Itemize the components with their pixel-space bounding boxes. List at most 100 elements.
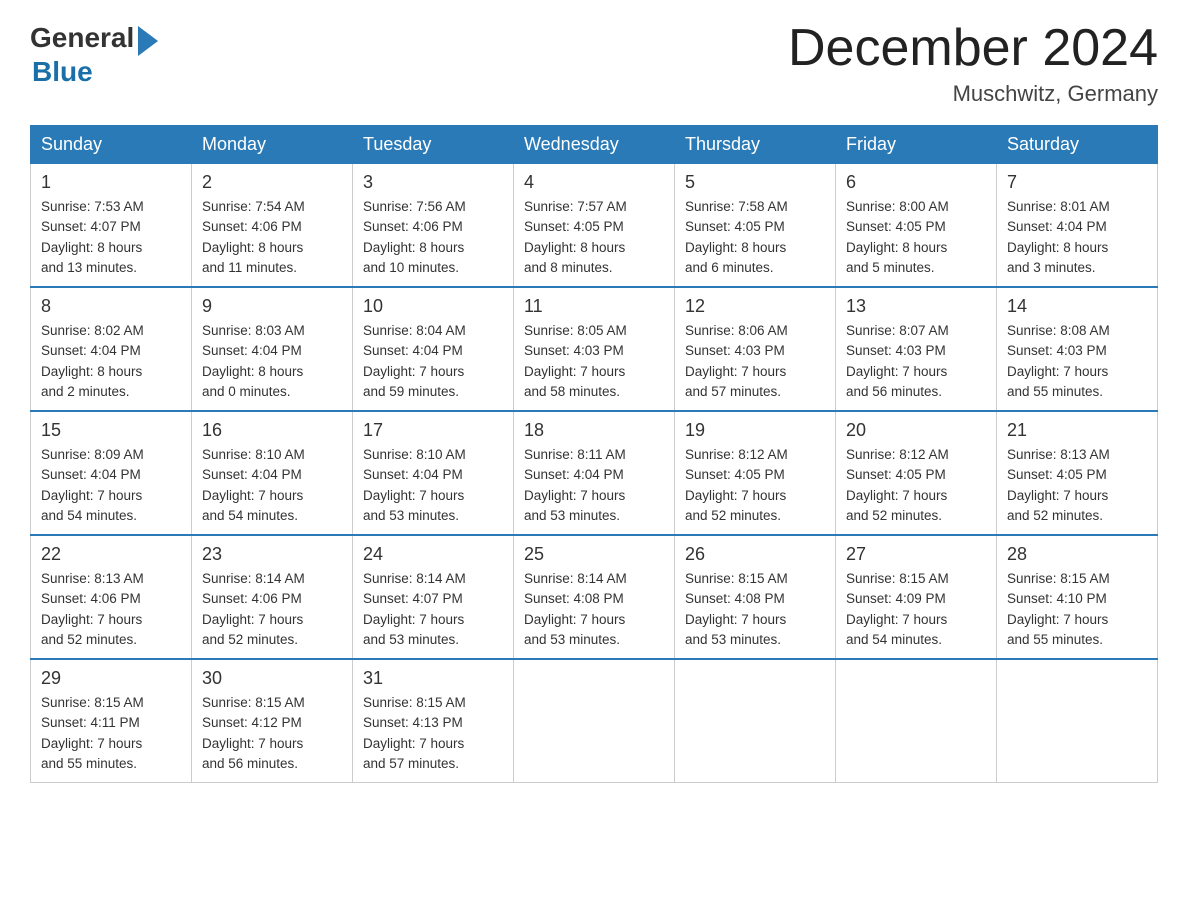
day-number: 28: [1007, 544, 1147, 565]
day-info: Sunrise: 8:10 AMSunset: 4:04 PMDaylight:…: [363, 447, 466, 523]
day-number: 5: [685, 172, 825, 193]
calendar-cell: 13 Sunrise: 8:07 AMSunset: 4:03 PMDaylig…: [836, 287, 997, 411]
day-info: Sunrise: 8:15 AMSunset: 4:13 PMDaylight:…: [363, 695, 466, 771]
calendar-cell: 15 Sunrise: 8:09 AMSunset: 4:04 PMDaylig…: [31, 411, 192, 535]
day-number: 14: [1007, 296, 1147, 317]
day-info: Sunrise: 8:14 AMSunset: 4:06 PMDaylight:…: [202, 571, 305, 647]
day-number: 13: [846, 296, 986, 317]
calendar-cell: 20 Sunrise: 8:12 AMSunset: 4:05 PMDaylig…: [836, 411, 997, 535]
day-info: Sunrise: 8:15 AMSunset: 4:11 PMDaylight:…: [41, 695, 144, 771]
day-info: Sunrise: 8:03 AMSunset: 4:04 PMDaylight:…: [202, 323, 305, 399]
day-number: 1: [41, 172, 181, 193]
day-info: Sunrise: 8:11 AMSunset: 4:04 PMDaylight:…: [524, 447, 626, 523]
day-info: Sunrise: 8:12 AMSunset: 4:05 PMDaylight:…: [685, 447, 788, 523]
day-number: 27: [846, 544, 986, 565]
title-block: December 2024 Muschwitz, Germany: [788, 20, 1158, 107]
day-info: Sunrise: 8:00 AMSunset: 4:05 PMDaylight:…: [846, 199, 949, 275]
day-info: Sunrise: 8:08 AMSunset: 4:03 PMDaylight:…: [1007, 323, 1110, 399]
calendar-cell: 8 Sunrise: 8:02 AMSunset: 4:04 PMDayligh…: [31, 287, 192, 411]
calendar-cell: 29 Sunrise: 8:15 AMSunset: 4:11 PMDaylig…: [31, 659, 192, 783]
col-header-sunday: Sunday: [31, 126, 192, 164]
day-number: 8: [41, 296, 181, 317]
day-info: Sunrise: 8:01 AMSunset: 4:04 PMDaylight:…: [1007, 199, 1110, 275]
day-number: 15: [41, 420, 181, 441]
day-number: 9: [202, 296, 342, 317]
calendar-cell: [675, 659, 836, 783]
day-number: 16: [202, 420, 342, 441]
day-info: Sunrise: 8:04 AMSunset: 4:04 PMDaylight:…: [363, 323, 466, 399]
calendar-cell: 17 Sunrise: 8:10 AMSunset: 4:04 PMDaylig…: [353, 411, 514, 535]
day-number: 12: [685, 296, 825, 317]
day-info: Sunrise: 8:14 AMSunset: 4:07 PMDaylight:…: [363, 571, 466, 647]
logo-blue-text: Blue: [32, 56, 158, 88]
day-info: Sunrise: 8:10 AMSunset: 4:04 PMDaylight:…: [202, 447, 305, 523]
day-number: 31: [363, 668, 503, 689]
calendar-cell: 1 Sunrise: 7:53 AMSunset: 4:07 PMDayligh…: [31, 164, 192, 288]
day-number: 4: [524, 172, 664, 193]
day-info: Sunrise: 8:15 AMSunset: 4:12 PMDaylight:…: [202, 695, 305, 771]
logo-arrow-icon: [138, 26, 158, 56]
day-info: Sunrise: 7:53 AMSunset: 4:07 PMDaylight:…: [41, 199, 144, 275]
day-info: Sunrise: 8:14 AMSunset: 4:08 PMDaylight:…: [524, 571, 627, 647]
page-header: General Blue December 2024 Muschwitz, Ge…: [30, 20, 1158, 107]
day-number: 7: [1007, 172, 1147, 193]
logo: General Blue: [30, 20, 158, 88]
day-number: 30: [202, 668, 342, 689]
day-info: Sunrise: 8:15 AMSunset: 4:09 PMDaylight:…: [846, 571, 949, 647]
calendar-cell: 25 Sunrise: 8:14 AMSunset: 4:08 PMDaylig…: [514, 535, 675, 659]
col-header-thursday: Thursday: [675, 126, 836, 164]
day-number: 25: [524, 544, 664, 565]
day-info: Sunrise: 8:09 AMSunset: 4:04 PMDaylight:…: [41, 447, 144, 523]
calendar-cell: 14 Sunrise: 8:08 AMSunset: 4:03 PMDaylig…: [997, 287, 1158, 411]
calendar-cell: 22 Sunrise: 8:13 AMSunset: 4:06 PMDaylig…: [31, 535, 192, 659]
day-info: Sunrise: 8:15 AMSunset: 4:10 PMDaylight:…: [1007, 571, 1110, 647]
day-info: Sunrise: 7:57 AMSunset: 4:05 PMDaylight:…: [524, 199, 627, 275]
calendar-cell: 21 Sunrise: 8:13 AMSunset: 4:05 PMDaylig…: [997, 411, 1158, 535]
day-number: 26: [685, 544, 825, 565]
logo-general-text: General: [30, 22, 134, 54]
calendar-cell: 9 Sunrise: 8:03 AMSunset: 4:04 PMDayligh…: [192, 287, 353, 411]
calendar-cell: 5 Sunrise: 7:58 AMSunset: 4:05 PMDayligh…: [675, 164, 836, 288]
day-number: 20: [846, 420, 986, 441]
calendar-week-1: 1 Sunrise: 7:53 AMSunset: 4:07 PMDayligh…: [31, 164, 1158, 288]
calendar-cell: 24 Sunrise: 8:14 AMSunset: 4:07 PMDaylig…: [353, 535, 514, 659]
col-header-monday: Monday: [192, 126, 353, 164]
col-header-saturday: Saturday: [997, 126, 1158, 164]
day-number: 24: [363, 544, 503, 565]
calendar-week-2: 8 Sunrise: 8:02 AMSunset: 4:04 PMDayligh…: [31, 287, 1158, 411]
calendar-cell: 26 Sunrise: 8:15 AMSunset: 4:08 PMDaylig…: [675, 535, 836, 659]
day-number: 11: [524, 296, 664, 317]
calendar-cell: 31 Sunrise: 8:15 AMSunset: 4:13 PMDaylig…: [353, 659, 514, 783]
calendar-title: December 2024: [788, 20, 1158, 77]
header-row: SundayMondayTuesdayWednesdayThursdayFrid…: [31, 126, 1158, 164]
day-number: 6: [846, 172, 986, 193]
day-info: Sunrise: 8:12 AMSunset: 4:05 PMDaylight:…: [846, 447, 949, 523]
day-info: Sunrise: 8:02 AMSunset: 4:04 PMDaylight:…: [41, 323, 144, 399]
day-number: 21: [1007, 420, 1147, 441]
calendar-cell: 23 Sunrise: 8:14 AMSunset: 4:06 PMDaylig…: [192, 535, 353, 659]
calendar-subtitle: Muschwitz, Germany: [788, 81, 1158, 107]
calendar-cell: [514, 659, 675, 783]
calendar-cell: 7 Sunrise: 8:01 AMSunset: 4:04 PMDayligh…: [997, 164, 1158, 288]
calendar-week-3: 15 Sunrise: 8:09 AMSunset: 4:04 PMDaylig…: [31, 411, 1158, 535]
calendar-cell: 4 Sunrise: 7:57 AMSunset: 4:05 PMDayligh…: [514, 164, 675, 288]
day-number: 23: [202, 544, 342, 565]
calendar-cell: 6 Sunrise: 8:00 AMSunset: 4:05 PMDayligh…: [836, 164, 997, 288]
col-header-wednesday: Wednesday: [514, 126, 675, 164]
calendar-table: SundayMondayTuesdayWednesdayThursdayFrid…: [30, 125, 1158, 783]
col-header-tuesday: Tuesday: [353, 126, 514, 164]
day-info: Sunrise: 7:58 AMSunset: 4:05 PMDaylight:…: [685, 199, 788, 275]
day-info: Sunrise: 8:07 AMSunset: 4:03 PMDaylight:…: [846, 323, 949, 399]
day-number: 17: [363, 420, 503, 441]
day-info: Sunrise: 7:54 AMSunset: 4:06 PMDaylight:…: [202, 199, 305, 275]
calendar-cell: [997, 659, 1158, 783]
day-info: Sunrise: 8:06 AMSunset: 4:03 PMDaylight:…: [685, 323, 788, 399]
day-info: Sunrise: 8:13 AMSunset: 4:05 PMDaylight:…: [1007, 447, 1110, 523]
day-number: 10: [363, 296, 503, 317]
calendar-week-5: 29 Sunrise: 8:15 AMSunset: 4:11 PMDaylig…: [31, 659, 1158, 783]
day-number: 2: [202, 172, 342, 193]
calendar-cell: 19 Sunrise: 8:12 AMSunset: 4:05 PMDaylig…: [675, 411, 836, 535]
day-number: 19: [685, 420, 825, 441]
col-header-friday: Friday: [836, 126, 997, 164]
day-number: 3: [363, 172, 503, 193]
